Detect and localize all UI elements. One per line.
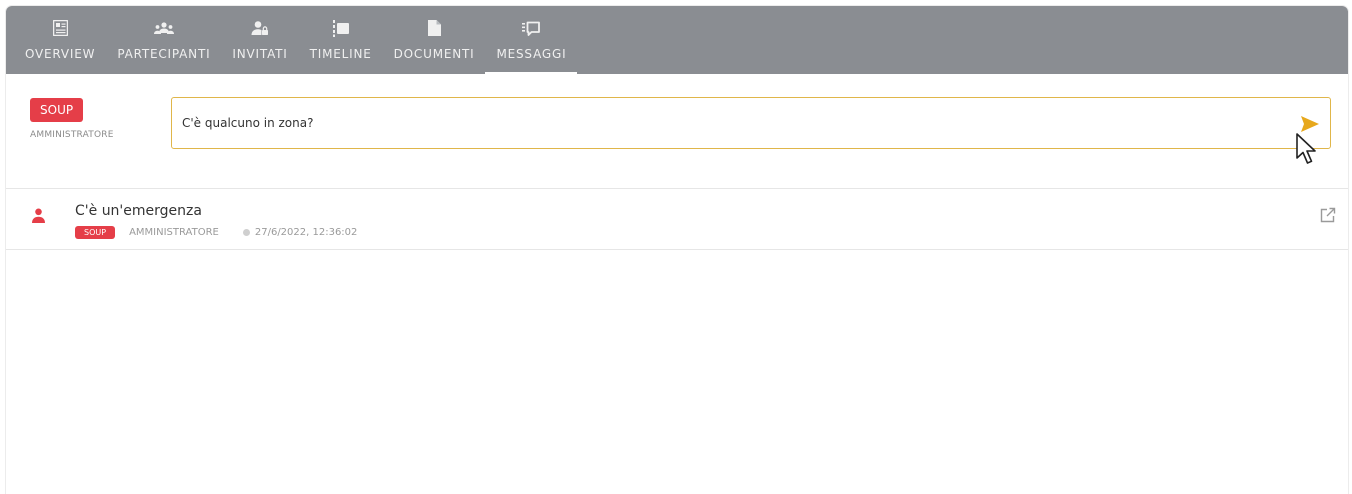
messages-panel: OVERVIEW PARTECIPANTI INVITATI TIMELINE …	[6, 6, 1348, 494]
invited-user-icon	[251, 16, 269, 40]
document-icon	[427, 16, 441, 40]
send-icon[interactable]	[1300, 114, 1320, 134]
tab-bar: OVERVIEW PARTECIPANTI INVITATI TIMELINE …	[6, 6, 1348, 74]
status-dot-icon	[242, 229, 250, 236]
tab-label: TIMELINE	[309, 47, 372, 61]
tab-label: PARTECIPANTI	[117, 47, 211, 61]
tab-label: DOCUMENTI	[393, 47, 475, 61]
author-badge: SOUP	[30, 98, 84, 122]
message-input-wrapper	[171, 97, 1331, 149]
participants-icon	[153, 16, 175, 40]
overview-icon	[52, 16, 68, 40]
messages-icon	[522, 16, 541, 40]
message-role: AMMINISTRATORE	[129, 227, 219, 238]
user-icon	[32, 208, 45, 227]
open-external-icon[interactable]	[1320, 207, 1336, 227]
tab-label: INVITATI	[232, 47, 288, 61]
tab-partecipanti[interactable]: PARTECIPANTI	[106, 6, 221, 74]
author-role: AMMINISTRATORE	[30, 130, 114, 140]
message-list: C'è un'emergenza SOUP AMMINISTRATORE 27/…	[6, 189, 1348, 250]
message-meta: SOUP AMMINISTRATORE 27/6/2022, 12:36:02	[75, 226, 357, 239]
tab-label: OVERVIEW	[25, 47, 96, 61]
tab-messaggi[interactable]: MESSAGGI	[485, 6, 578, 74]
list-item[interactable]: C'è un'emergenza SOUP AMMINISTRATORE 27/…	[6, 189, 1348, 250]
tab-overview[interactable]: OVERVIEW	[14, 6, 106, 74]
message-input[interactable]	[172, 98, 1330, 148]
message-title: C'è un'emergenza	[75, 203, 202, 219]
mouse-cursor-icon	[1295, 133, 1317, 171]
tab-label: MESSAGGI	[496, 47, 567, 61]
tab-invitati[interactable]: INVITATI	[221, 6, 298, 74]
message-timestamp: 27/6/2022, 12:36:02	[254, 227, 358, 238]
tab-timeline[interactable]: TIMELINE	[299, 6, 383, 74]
timeline-icon	[332, 16, 349, 40]
tab-documenti[interactable]: DOCUMENTI	[383, 6, 486, 74]
message-composer: SOUP AMMINISTRATORE	[6, 74, 1348, 189]
message-badge: SOUP	[75, 226, 116, 239]
composer-author: SOUP AMMINISTRATORE	[30, 98, 140, 140]
